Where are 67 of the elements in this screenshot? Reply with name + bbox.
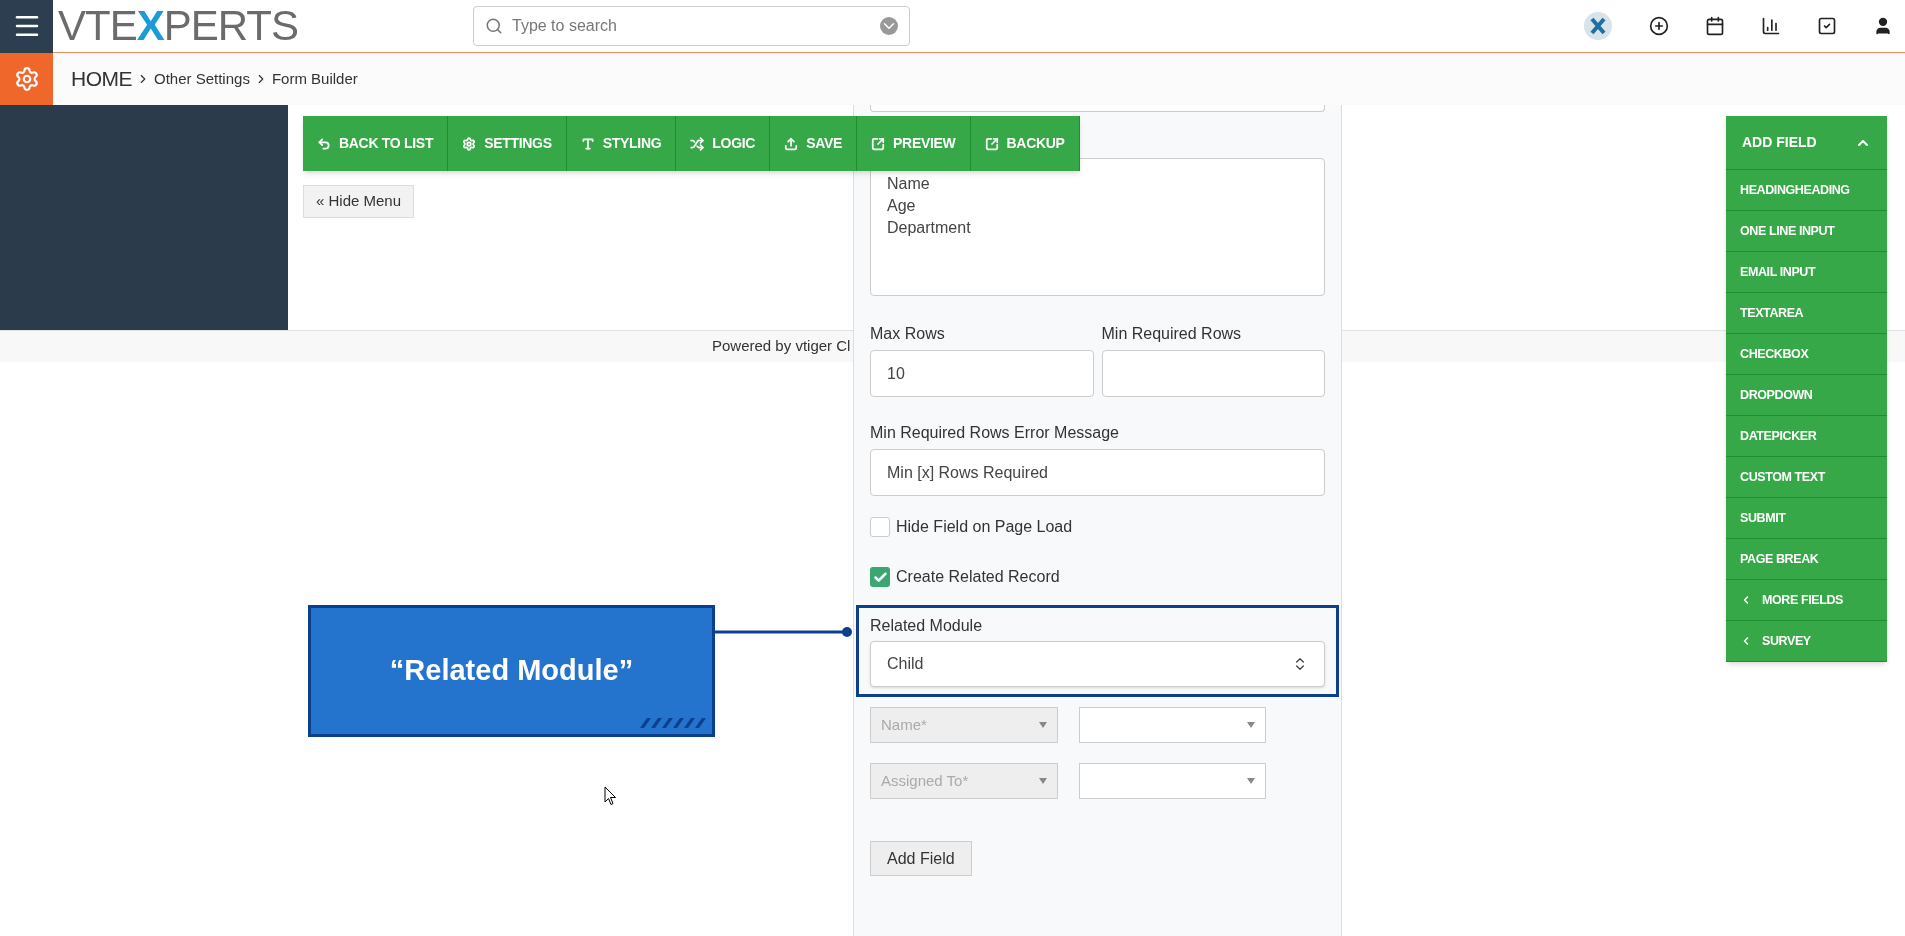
input-field[interactable]: Min [x] Rows Required [870, 449, 1325, 496]
checkbox-icon[interactable] [1817, 16, 1837, 36]
breadcrumb-link[interactable]: Other Settings [154, 67, 250, 91]
select-field: Assigned To* [870, 763, 1058, 799]
settings-icon [462, 136, 477, 151]
field-menu-item[interactable]: HEADINGHEADING [1726, 170, 1887, 211]
field-menu-item[interactable]: DATEPICKER [1726, 416, 1887, 457]
x-logo-icon[interactable] [1583, 11, 1613, 41]
undo-icon [317, 136, 331, 151]
text-size-icon [580, 136, 595, 151]
field-menu-item[interactable]: SUBMIT [1726, 498, 1887, 539]
footer-text: Powered by vtiger Cl [712, 336, 851, 357]
shuffle-icon [690, 136, 705, 151]
user-icon[interactable] [1873, 16, 1893, 36]
search-field[interactable]: Type to search [473, 6, 910, 46]
textarea-field[interactable]: Name Age Department [870, 158, 1325, 296]
field-menu-item[interactable]: CHECKBOX [1726, 334, 1887, 375]
field-menu-item[interactable]: SURVEY [1726, 621, 1887, 662]
input-field[interactable]: 10 [870, 350, 1094, 397]
panel-header[interactable]: ADD FIELD [1726, 116, 1887, 170]
input-field[interactable] [870, 105, 1325, 112]
select-field: Name* [870, 707, 1058, 743]
external-link-icon [984, 136, 999, 151]
stripes-icon [640, 718, 706, 728]
logo: VTEXPERTS [58, 5, 298, 47]
field-label: Related Module [870, 616, 984, 636]
search-icon [485, 17, 503, 35]
field-menu-item[interactable]: CUSTOM TEXT [1726, 457, 1887, 498]
field-label: Min Required Rows Error Message [870, 423, 1120, 443]
input-field[interactable] [1101, 350, 1325, 397]
field-menu-item[interactable]: ONE LINE INPUT [1726, 211, 1887, 252]
field-menu-item[interactable]: DROPDOWN [1726, 375, 1887, 416]
field-menu-item[interactable]: PAGE BREAK [1726, 539, 1887, 580]
bar-chart-icon[interactable] [1761, 16, 1781, 36]
hide-menu-button[interactable]: « Hide Menu [303, 185, 415, 218]
calendar-icon[interactable] [1705, 16, 1725, 36]
toolbar-button[interactable]: SAVE [770, 116, 858, 171]
menu-button[interactable] [0, 0, 53, 53]
caret-icon [880, 17, 898, 35]
callout-text: “Related Module” [389, 653, 634, 689]
add-icon[interactable] [1649, 16, 1669, 36]
toolbar-button[interactable]: LOGIC [676, 116, 771, 171]
select-field[interactable] [1079, 707, 1266, 743]
external-link-icon [871, 136, 886, 151]
breadcrumb-link[interactable]: HOME [71, 63, 132, 95]
toolbar-button[interactable]: BACK TO LIST [303, 116, 449, 171]
field-label: Min Required Rows [1101, 324, 1243, 344]
toolbar-button[interactable]: STYLING [566, 116, 677, 171]
settings-icon [13, 66, 40, 92]
toolbar-button[interactable]: BACKUP [970, 116, 1080, 171]
mouse-pointer-icon [604, 786, 617, 806]
checkbox[interactable] [870, 517, 890, 537]
checkbox-label: Create Related Record [896, 567, 1060, 587]
field-label: Max Rows [870, 324, 946, 344]
check-icon [872, 569, 888, 585]
field-menu-item[interactable]: MORE FIELDS [1726, 580, 1887, 621]
breadcrumb-link[interactable]: Form Builder [271, 67, 358, 91]
toolbar-button[interactable]: PREVIEW [857, 116, 971, 171]
upload-icon [784, 136, 799, 151]
add-field-button[interactable]: Add Field [870, 841, 972, 876]
field-menu-item[interactable]: TEXTAREA [1726, 293, 1887, 334]
checkbox[interactable] [870, 567, 890, 587]
select-field[interactable] [1079, 763, 1266, 799]
select-field[interactable]: Child [870, 641, 1325, 687]
toolbar-button[interactable]: SETTINGS [448, 116, 567, 171]
field-menu-item[interactable]: EMAIL INPUT [1726, 252, 1887, 293]
checkbox-label: Hide Field on Page Load [896, 517, 1073, 537]
